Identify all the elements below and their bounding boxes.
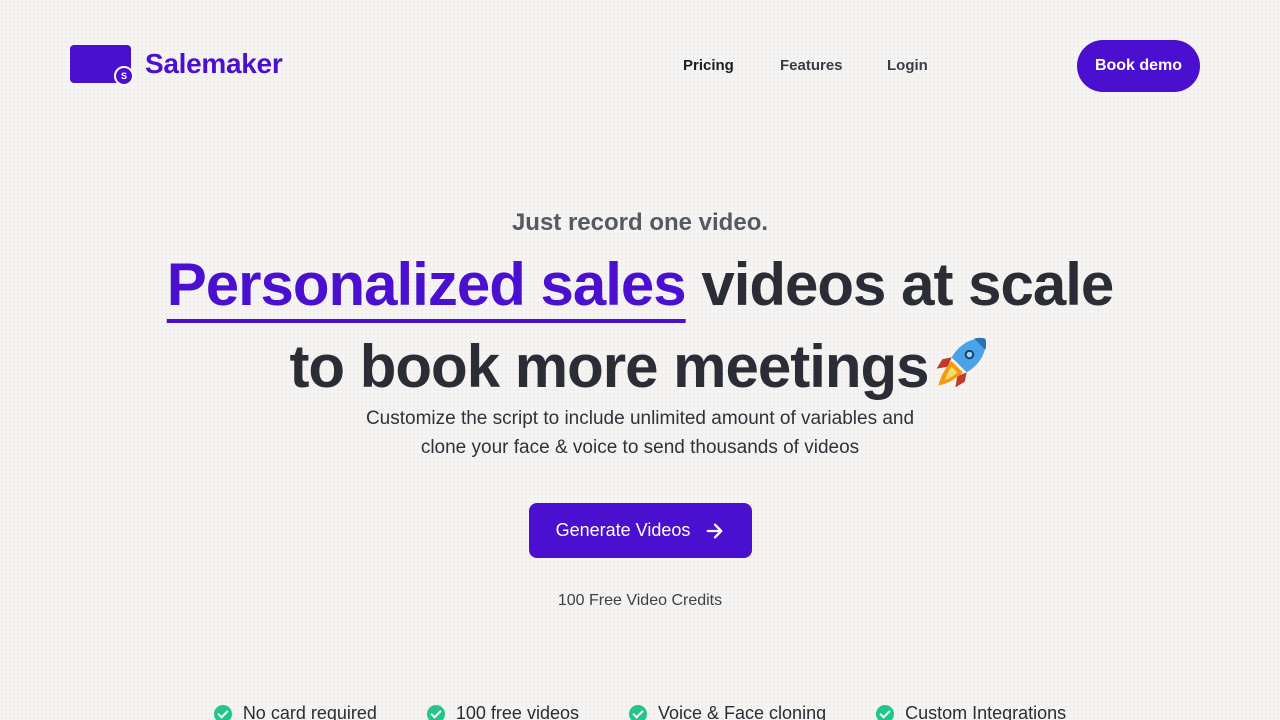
features-row: No card required 100 free videos Voice &… <box>0 703 1280 720</box>
headline-rest: videos at scale <box>685 251 1114 318</box>
headline-accent: Personalized sales <box>166 251 687 318</box>
free-credits-note: 100 Free Video Credits <box>557 592 723 609</box>
brand-name: Salemaker <box>145 48 283 79</box>
brand-logo[interactable]: S Salemaker <box>70 45 283 86</box>
hero-eyebrow: Just record one video. <box>511 209 769 236</box>
feature-item: Custom Integrations <box>876 703 1066 720</box>
feature-label: 100 free videos <box>455 703 579 720</box>
feature-label: No card required <box>242 703 377 720</box>
feature-label: Voice & Face cloning <box>657 703 827 720</box>
headline-line2: to book more meetings <box>289 333 929 400</box>
main-nav: Pricing Features Login Book demo <box>683 40 1200 92</box>
subtitle-line1: Customize the script to include unlimite… <box>365 408 915 429</box>
nav-pricing[interactable]: Pricing <box>683 57 734 74</box>
check-circle-icon <box>628 704 647 720</box>
check-circle-icon <box>213 704 232 720</box>
feature-item: 100 free videos <box>426 703 579 720</box>
rocket-icon <box>936 337 986 388</box>
hero-section: Just record one video. Personalized sale… <box>0 200 1280 610</box>
generate-videos-button[interactable]: Generate Videos <box>528 503 752 558</box>
hero-headline: Personalized sales videos at scale to bo… <box>0 244 1280 408</box>
nav-login[interactable]: Login <box>887 57 928 74</box>
hero-subtitle: Customize the script to include unlimite… <box>0 404 1280 462</box>
logo-badge: S <box>114 66 134 86</box>
check-circle-icon <box>876 704 895 720</box>
logo-mark-icon: S <box>70 45 134 86</box>
feature-label: Custom Integrations <box>905 703 1067 720</box>
subtitle-line2: clone your face & voice to send thousand… <box>420 437 860 458</box>
arrow-right-icon <box>707 523 723 538</box>
generate-videos-label: Generate Videos <box>555 520 691 540</box>
site-header: S Salemaker Pricing Features Login Book … <box>0 0 1280 130</box>
feature-item: No card required <box>213 703 377 720</box>
book-demo-button[interactable]: Book demo <box>1077 40 1200 92</box>
check-circle-icon <box>426 704 445 720</box>
nav-features[interactable]: Features <box>780 57 843 74</box>
feature-item: Voice & Face cloning <box>628 703 827 720</box>
